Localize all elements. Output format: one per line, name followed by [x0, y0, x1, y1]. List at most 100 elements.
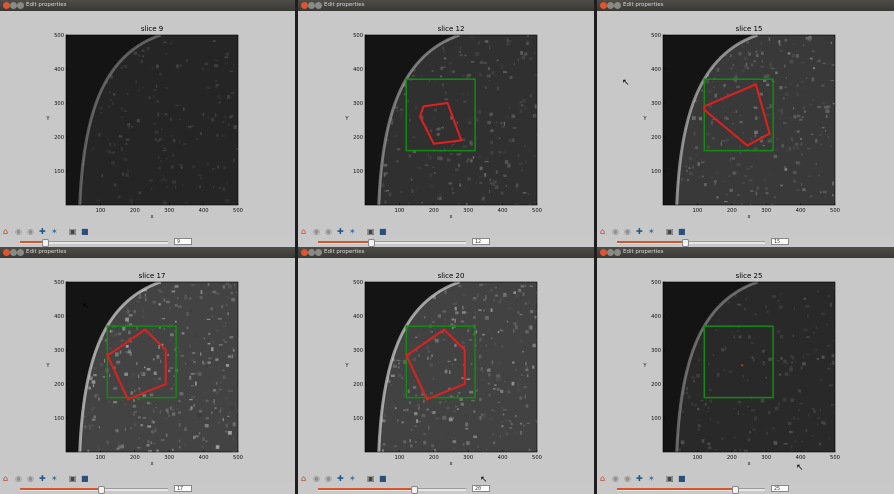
slider-handle[interactable]: [682, 239, 689, 247]
slice-plot[interactable]: slice 25 100 200 300 400 500 100 200 300 400 500 x Y: [597, 247, 894, 469]
y-tick-label: 300: [651, 101, 661, 107]
slice-number-field[interactable]: 20: [472, 485, 490, 492]
y-tick-label: 400: [54, 67, 64, 73]
y-tick-label: 100: [651, 416, 661, 422]
y-axis-label: Y: [45, 363, 50, 369]
slider-fill: [318, 241, 371, 243]
x-tick-label: 400: [498, 455, 508, 461]
plot-title: slice 9: [141, 25, 163, 33]
y-tick-label: 300: [353, 101, 363, 107]
y-tick-label: 500: [651, 33, 661, 39]
slice-slider[interactable]: [20, 239, 168, 247]
y-tick-label: 400: [353, 67, 363, 73]
figure-window-4: Edit properties slice 17 100 200 300 400 500 10…: [0, 247, 295, 494]
slice-number-field[interactable]: 17: [174, 485, 192, 492]
x-tick-label: 300: [761, 455, 771, 461]
figure-window-3: Edit properties slice 15 100 200 300 400 500 10…: [597, 0, 894, 247]
plot-title: slice 15: [736, 25, 763, 33]
y-tick-label: 100: [651, 169, 661, 175]
slice-number-field[interactable]: 15: [771, 238, 789, 245]
plot-title: slice 25: [736, 272, 763, 280]
roi-marker: [740, 364, 744, 367]
mouse-cursor-icon: ↖: [622, 78, 630, 88]
y-tick-label: 200: [353, 382, 363, 388]
slice-slider[interactable]: [318, 239, 466, 247]
slice-number-field[interactable]: 12: [472, 238, 490, 245]
x-tick-label: 100: [692, 208, 702, 214]
y-tick-label: 200: [54, 135, 64, 141]
y-tick-label: 400: [353, 314, 363, 320]
x-tick-label: 200: [429, 455, 439, 461]
plot-title: slice 17: [139, 272, 166, 280]
x-axis-label: x: [150, 214, 153, 220]
x-axis-label: x: [747, 214, 750, 220]
y-axis-label: Y: [642, 363, 647, 369]
slider-handle[interactable]: [42, 239, 49, 247]
slice-plot[interactable]: slice 17 100 200 300 400 500 100 200 300 400 500 x Y: [0, 247, 295, 469]
plot-title: slice 12: [438, 25, 465, 33]
x-tick-label: 200: [429, 208, 439, 214]
x-axis-label: x: [150, 461, 153, 467]
y-tick-label: 300: [54, 348, 64, 354]
slice-slider-row: 17: [0, 483, 295, 494]
slice-slider[interactable]: [318, 486, 466, 494]
mouse-cursor-icon: ↖: [480, 475, 488, 485]
slice-slider-row: 25: [597, 483, 894, 494]
x-tick-label: 500: [233, 455, 243, 461]
slice-slider[interactable]: [617, 486, 765, 494]
x-tick-label: 500: [532, 455, 542, 461]
y-tick-label: 500: [54, 33, 64, 39]
y-tick-label: 400: [54, 314, 64, 320]
x-tick-label: 200: [130, 455, 140, 461]
x-tick-label: 300: [463, 208, 473, 214]
slice-plot[interactable]: slice 9 100 200 300 400 500 100 200 300 400 500 x Y: [0, 0, 295, 222]
y-tick-label: 500: [353, 33, 363, 39]
x-axis-label: x: [449, 461, 452, 467]
x-tick-label: 200: [727, 455, 737, 461]
slice-plot[interactable]: slice 15 100 200 300 400 500 100 200 300 400 500 x Y: [597, 0, 894, 222]
slider-fill: [20, 488, 101, 490]
slice-number-field[interactable]: 25: [771, 485, 789, 492]
x-tick-label: 400: [498, 208, 508, 214]
slice-slider[interactable]: [617, 239, 765, 247]
x-axis-label: x: [747, 461, 750, 467]
slice-plot[interactable]: slice 12 100 200 300 400 500 100 200 300 400 500 x Y: [298, 0, 594, 222]
y-tick-label: 100: [54, 169, 64, 175]
slider-fill: [318, 488, 414, 490]
y-tick-label: 100: [353, 169, 363, 175]
x-tick-label: 500: [532, 208, 542, 214]
x-axis-label: x: [449, 214, 452, 220]
x-tick-label: 500: [233, 208, 243, 214]
slice-slider[interactable]: [20, 486, 168, 494]
x-tick-label: 300: [164, 455, 174, 461]
y-tick-label: 200: [353, 135, 363, 141]
slider-handle[interactable]: [411, 486, 418, 494]
slider-handle[interactable]: [98, 486, 105, 494]
x-tick-label: 300: [164, 208, 174, 214]
slice-number-field[interactable]: 9: [174, 238, 192, 245]
y-axis-label: Y: [344, 116, 349, 122]
x-tick-label: 200: [727, 208, 737, 214]
x-tick-label: 500: [830, 455, 840, 461]
y-tick-label: 500: [651, 280, 661, 286]
y-axis-label: Y: [642, 116, 647, 122]
slider-handle[interactable]: [732, 486, 739, 494]
y-tick-label: 500: [54, 280, 64, 286]
y-axis-label: Y: [344, 363, 349, 369]
slice-slider-row: 9: [0, 236, 295, 247]
slice-slider-row: 20: [298, 483, 594, 494]
y-tick-label: 300: [54, 101, 64, 107]
slider-fill: [617, 488, 735, 490]
slice-plot[interactable]: slice 20 100 200 300 400 500 100 200 300 400 500 x Y: [298, 247, 594, 469]
mouse-cursor-icon: ↖: [796, 463, 804, 473]
x-tick-label: 400: [199, 455, 209, 461]
y-tick-label: 400: [651, 314, 661, 320]
x-tick-label: 500: [830, 208, 840, 214]
x-tick-label: 100: [394, 455, 404, 461]
x-tick-label: 300: [761, 208, 771, 214]
y-tick-label: 100: [353, 416, 363, 422]
plot-title: slice 20: [438, 272, 465, 280]
figure-window-2: Edit properties slice 12 100 200 300 400 500 10…: [298, 0, 594, 247]
slider-handle[interactable]: [368, 239, 375, 247]
y-tick-label: 400: [651, 67, 661, 73]
